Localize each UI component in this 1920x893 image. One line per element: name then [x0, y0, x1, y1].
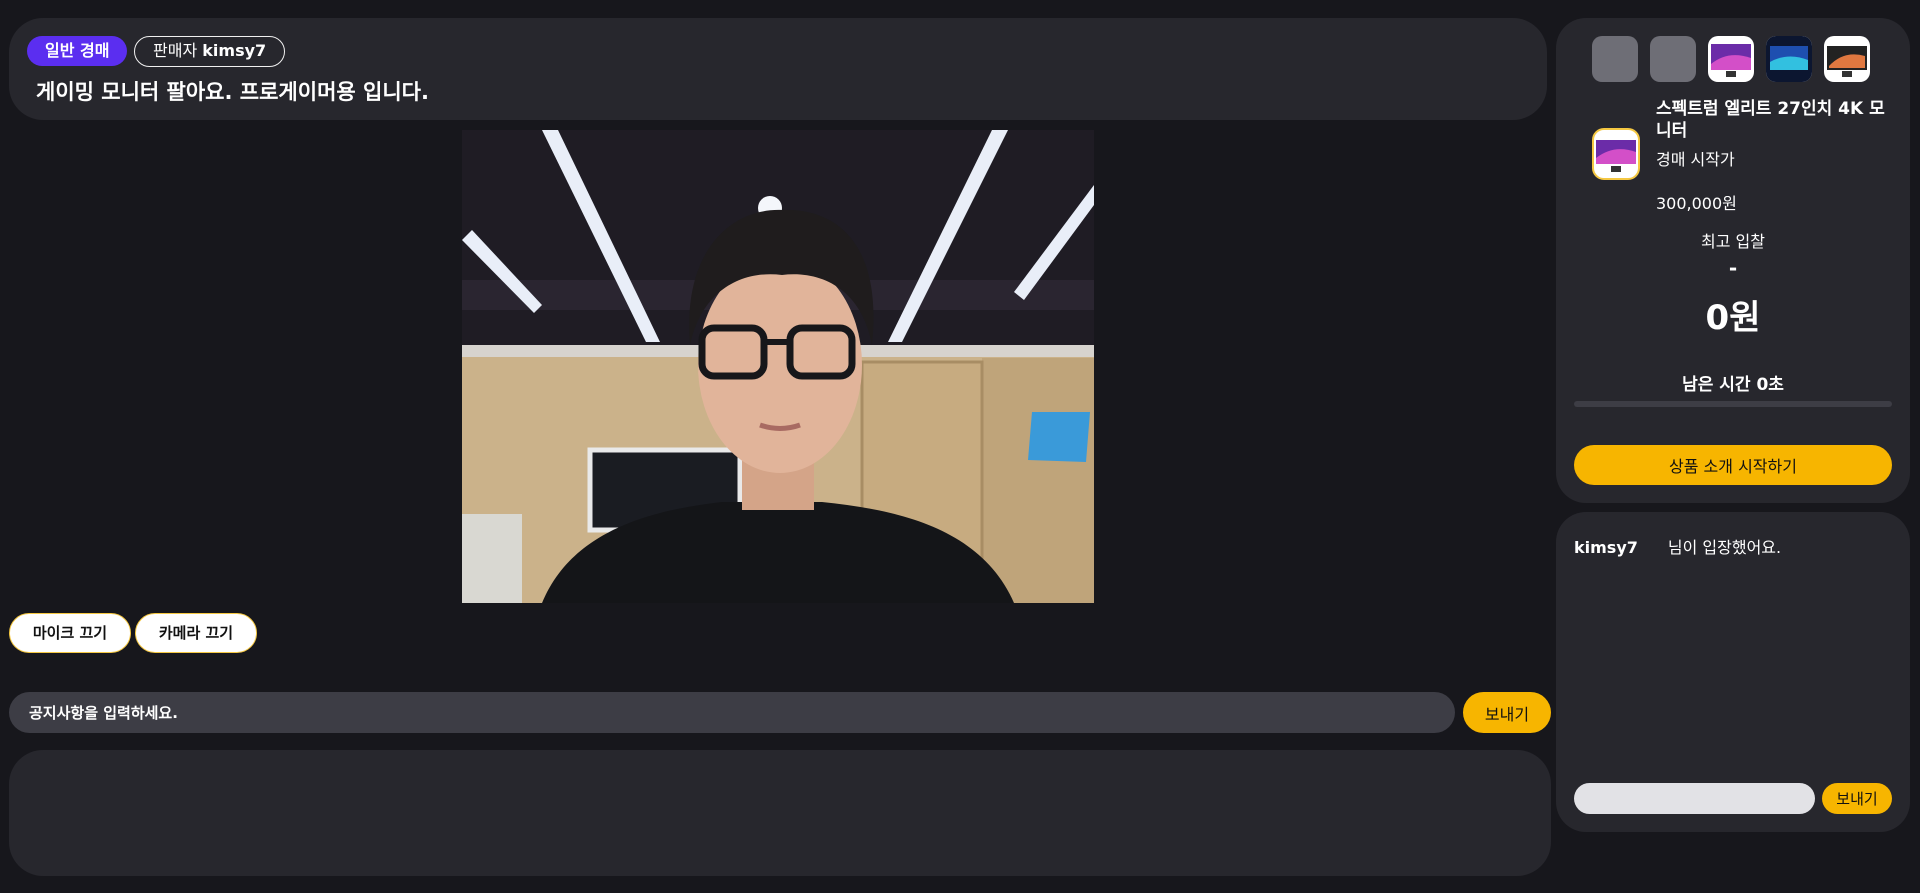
remaining-time-bar [1574, 401, 1892, 407]
chat-send-button[interactable]: 보내기 [1822, 783, 1892, 814]
start-intro-button[interactable]: 상품 소개 시작하기 [1574, 445, 1892, 485]
start-price: 300,000원 [1656, 194, 1737, 213]
auction-info-panel: 스펙트럼 엘리트 27인치 4K 모니터 경매 시작가 300,000원 최고 … [1556, 18, 1910, 503]
chat-panel: kimsy7 님이 입장했어요. 보내기 [1556, 512, 1910, 832]
product-thumbnail-empty[interactable] [1592, 36, 1638, 82]
seller-name: kimsy7 [202, 41, 267, 60]
chat-message: kimsy7 님이 입장했어요. [1574, 534, 1781, 558]
live-video [462, 130, 1094, 603]
top-bid-label: 최고 입찰 [1701, 232, 1765, 251]
product-thumbnail-monitor[interactable] [1708, 36, 1754, 82]
mic-off-button[interactable]: 마이크 끄기 [9, 613, 131, 653]
camera-off-button[interactable]: 카메라 끄기 [135, 613, 257, 653]
product-image [1592, 128, 1640, 180]
start-price-label: 경매 시작가 [1656, 150, 1735, 169]
product-thumbnail-monitor[interactable] [1766, 36, 1812, 82]
top-bidder: - [1728, 256, 1738, 280]
notice-input[interactable] [9, 692, 1455, 733]
chat-message-text: 님이 입장했어요. [1667, 538, 1782, 557]
auction-type-badge: 일반 경매 [27, 36, 128, 66]
product-thumbnail-empty[interactable] [1650, 36, 1696, 82]
remaining-time: 남은 시간 0초 [1682, 375, 1784, 395]
seller-badge: 판매자 kimsy7 [134, 36, 286, 67]
chat-input[interactable] [1574, 783, 1815, 814]
top-bid-amount: 0원 [1705, 298, 1761, 338]
auction-title: 게이밍 모니터 팔아요. 프로게이머용 입니다. [36, 80, 429, 104]
seller-label: 판매자 [153, 41, 198, 60]
notice-board [9, 750, 1551, 876]
product-thumbnail-monitor[interactable] [1824, 36, 1870, 82]
auction-header: 일반 경매 판매자 kimsy7 게이밍 모니터 팔아요. 프로게이머용 입니다… [9, 18, 1547, 120]
product-name: 스펙트럼 엘리트 27인치 4K 모니터 [1656, 99, 1885, 141]
notice-send-button[interactable]: 보내기 [1463, 692, 1551, 733]
chat-username: kimsy7 [1574, 538, 1638, 557]
